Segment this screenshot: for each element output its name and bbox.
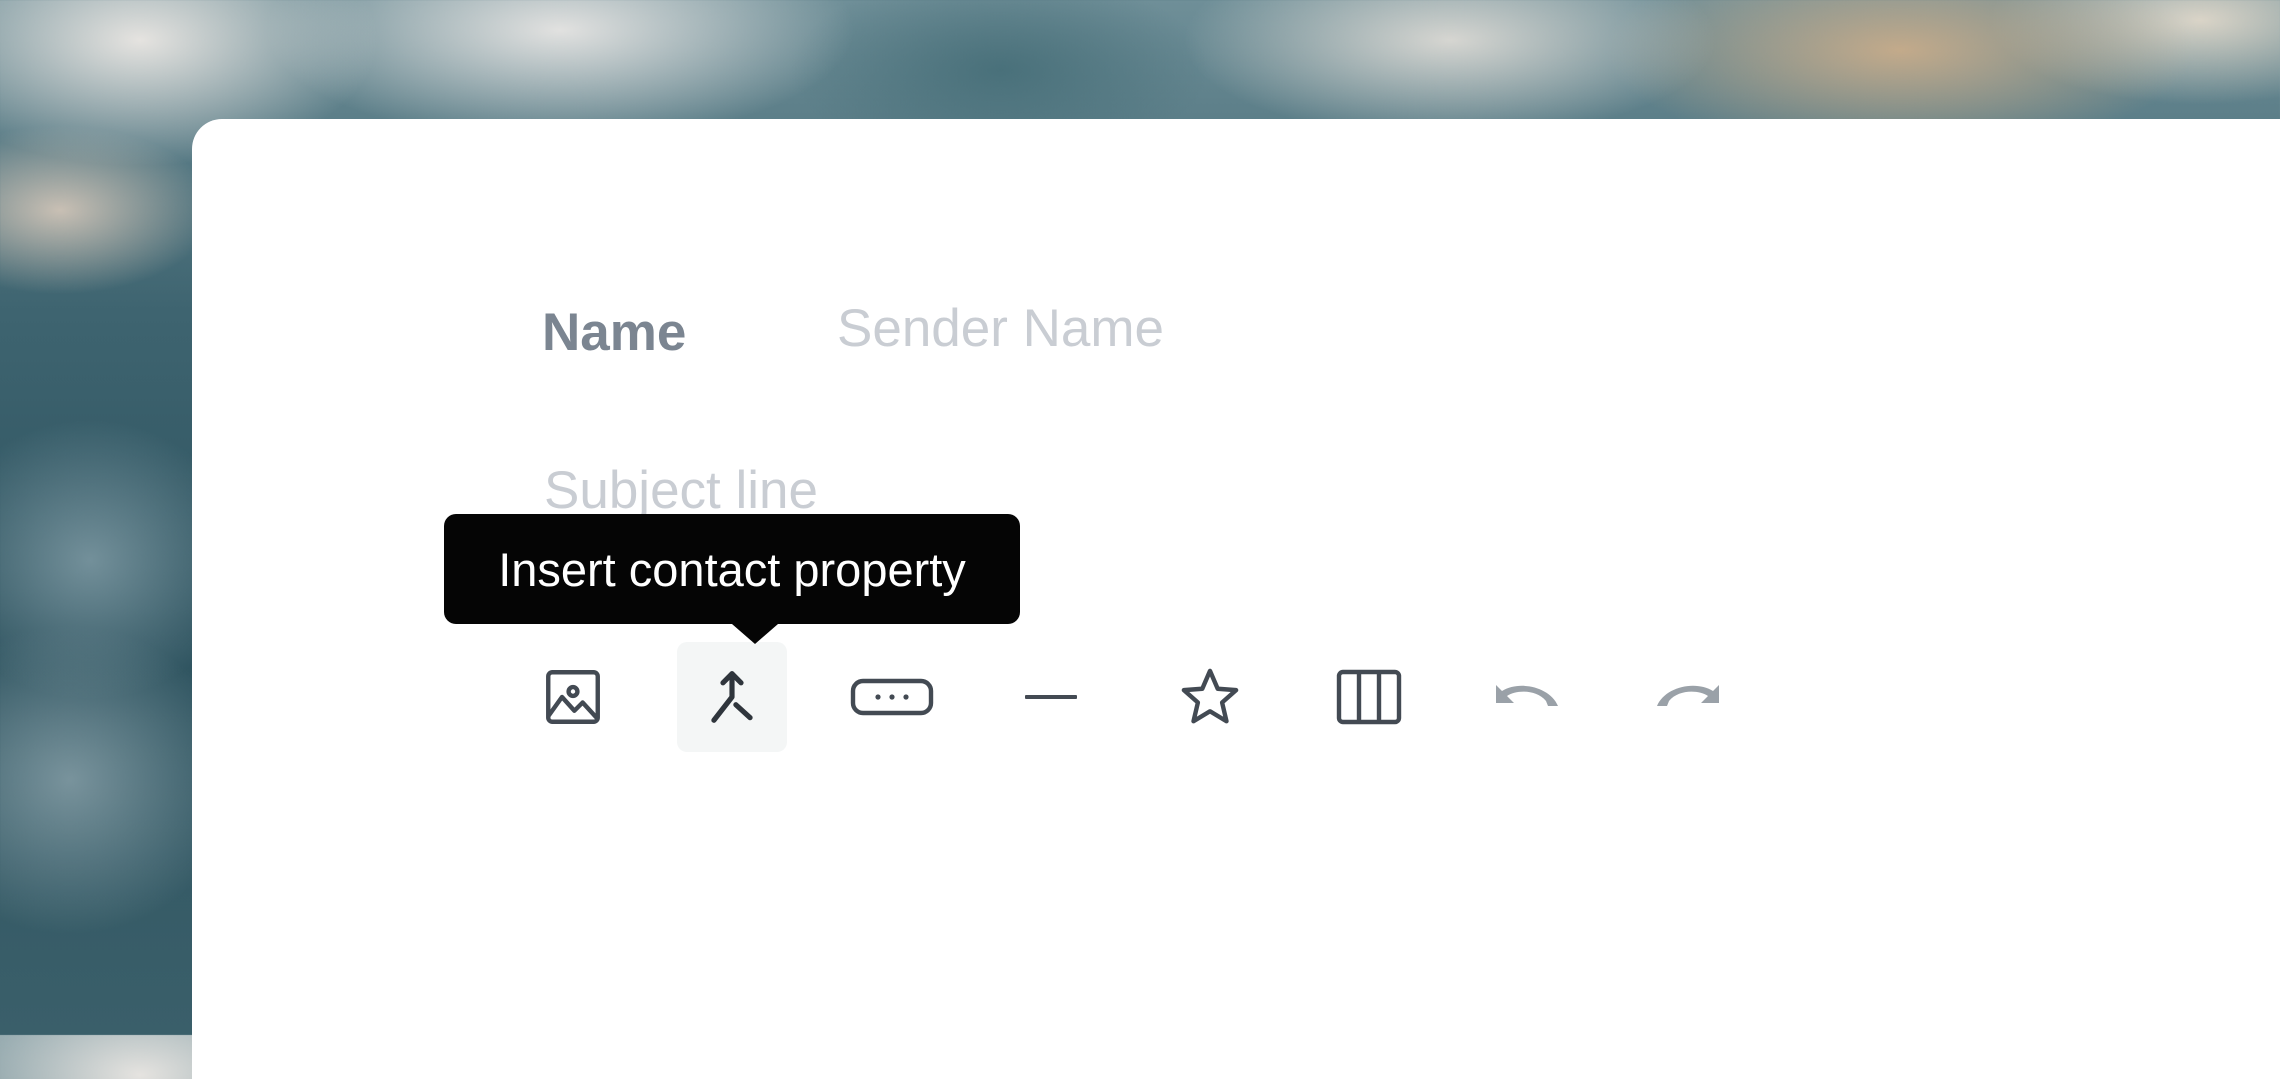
divider-icon bbox=[1025, 692, 1077, 702]
insert-button-button[interactable] bbox=[837, 642, 947, 752]
name-label: Name bbox=[542, 303, 687, 362]
insert-image-button[interactable] bbox=[518, 642, 628, 752]
insert-social-button[interactable] bbox=[1155, 642, 1265, 752]
undo-icon bbox=[1492, 677, 1564, 717]
star-icon bbox=[1176, 664, 1244, 730]
image-icon bbox=[540, 664, 606, 730]
sender-name-input[interactable] bbox=[837, 292, 1537, 364]
merge-icon bbox=[701, 664, 763, 730]
email-editor-card: Name Sender Name Subject line Insert con… bbox=[192, 119, 2280, 1079]
insert-contact-property-button[interactable] bbox=[677, 642, 787, 752]
undo-button[interactable] bbox=[1473, 642, 1583, 752]
contact-property-tooltip: Insert contact property bbox=[444, 514, 1020, 624]
insert-divider-button[interactable] bbox=[996, 642, 1106, 752]
tooltip-text: Insert contact property bbox=[498, 542, 966, 596]
redo-icon bbox=[1651, 677, 1723, 717]
redo-button[interactable] bbox=[1632, 642, 1742, 752]
button-icon bbox=[850, 677, 934, 717]
columns-icon bbox=[1336, 669, 1402, 725]
insert-columns-button[interactable] bbox=[1314, 642, 1424, 752]
tooltip-arrow bbox=[732, 624, 778, 644]
